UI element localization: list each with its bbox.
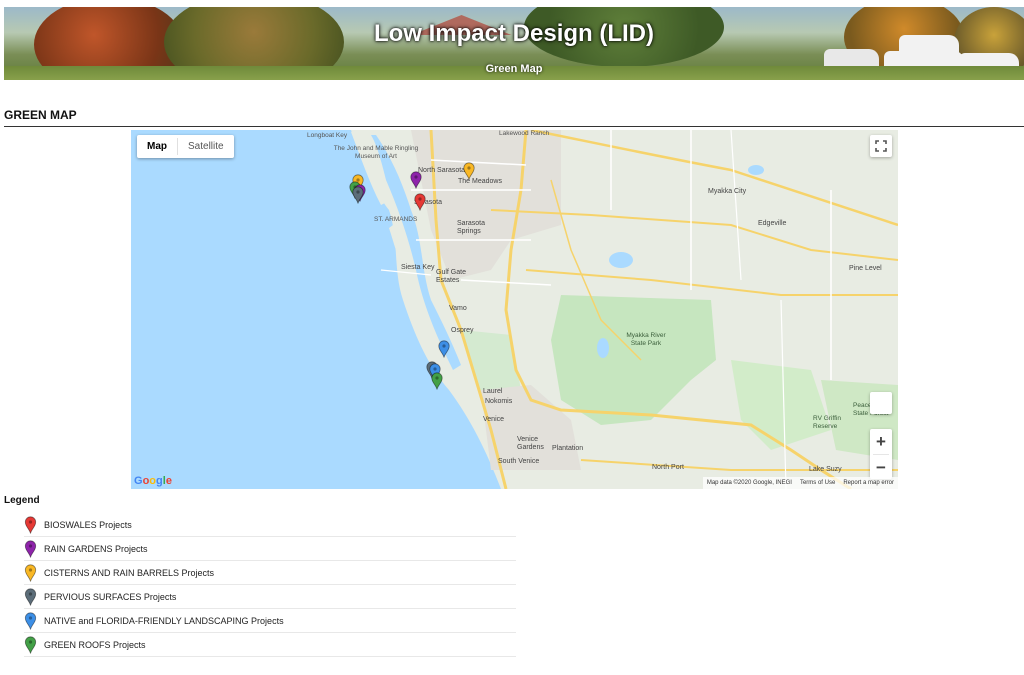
map-pin-icon [24,611,37,630]
map-label: Laurel [483,388,503,395]
legend-item-rain-gardens: RAIN GARDENS Projects [24,537,516,561]
map-label: Plantation [552,445,584,452]
map-label: Venice Gardens [517,436,544,451]
map-label: Nokomis [485,398,513,405]
section-heading: GREEN MAP [4,108,77,122]
map-label: Myakka River State Park [626,332,666,347]
legend-item-label: NATIVE and FLORIDA-FRIENDLY LANDSCAPING … [44,615,284,626]
legend-item-label: GREEN ROOFS Projects [44,639,146,650]
page-subtitle: Green Map [485,63,543,75]
zoom-in-button[interactable]: + [870,429,892,454]
map-pin-icon [24,587,37,606]
report-error-link[interactable]: Report a map error [843,480,894,486]
map-label: Osprey [451,327,474,334]
map-type-control: Map Satellite [137,135,234,158]
map-label: Venice [483,416,505,423]
map-pin-icon [24,563,37,582]
map-type-satellite-button[interactable]: Satellite [178,135,234,158]
terms-link[interactable]: Terms of Use [800,480,835,486]
page-title: Low Impact Design (LID) [373,20,654,47]
map-label: Vamo [449,305,467,312]
legend-item-green-roofs: GREEN ROOFS Projects [24,633,516,657]
google-logo: Google [134,475,172,487]
map-marker-rain-gardens[interactable] [409,171,422,189]
map-marker-cisterns[interactable] [463,162,475,180]
map-pin-icon [24,515,37,534]
map-label: RV Griffin Reserve [813,415,841,430]
legend-item-bioswales: BIOSWALES Projects [24,513,516,537]
map-marker-green-roofs[interactable] [431,372,443,390]
map-label: North Sarasota [418,167,466,174]
legend-item-label: RAIN GARDENS Projects [44,543,148,554]
legend-item-pervious: PERVIOUS SURFACES Projects [24,585,516,609]
map-pin-icon [24,635,37,654]
street-view-button[interactable] [870,392,892,414]
map-label: South Venice [498,458,540,465]
map-label: The John and Mable Ringling Museum of Ar… [333,145,419,160]
map-label: Gulf Gate Estates [436,269,466,284]
map-canvas[interactable]: Longboat Key Lakewood Ranch The John and… [131,130,898,489]
map-data-credit: Map data ©2020 Google, INEGI [706,480,792,486]
map-type-map-button[interactable]: Map [137,135,177,158]
fullscreen-button[interactable] [870,135,892,157]
map-base-layer [131,130,898,489]
map-marker-bioswales[interactable] [414,193,426,211]
map-label: Lake Suzy [809,466,842,473]
legend-list: BIOSWALES Projects RAIN GARDENS Projects C… [24,513,516,657]
section-divider [4,126,1024,127]
legend-item-label: CISTERNS AND RAIN BARRELS Projects [44,567,215,578]
map-label: Pine Level [849,265,882,272]
legend-item-label: BIOSWALES Projects [44,519,132,530]
map-label: ST. ARMANDS [374,216,418,223]
map-label: North Port [652,464,684,471]
zoom-control: + − [870,429,892,479]
legend-title: Legend [4,495,40,506]
map-label: Longboat Key [307,132,348,139]
map-label: Lakewood Ranch [499,130,550,137]
map-marker-pervious[interactable] [352,186,364,204]
map-pin-icon [24,539,37,558]
map-label: Siesta Key [401,264,435,271]
map-attribution: Map data ©2020 Google, INEGI Terms of Us… [702,477,898,489]
legend-item-native: NATIVE and FLORIDA-FRIENDLY LANDSCAPING … [24,609,516,633]
map-marker-native[interactable] [438,340,450,358]
header-banner: Low Impact Design (LID) Green Map [4,7,1024,80]
legend-item-label: PERVIOUS SURFACES Projects [44,591,177,602]
fullscreen-icon [875,140,887,152]
map-label: Edgeville [758,220,787,227]
legend-item-cisterns: CISTERNS AND RAIN BARRELS Projects [24,561,516,585]
map-label: Sarasota Springs [457,220,486,235]
map-label: Myakka City [708,188,747,195]
